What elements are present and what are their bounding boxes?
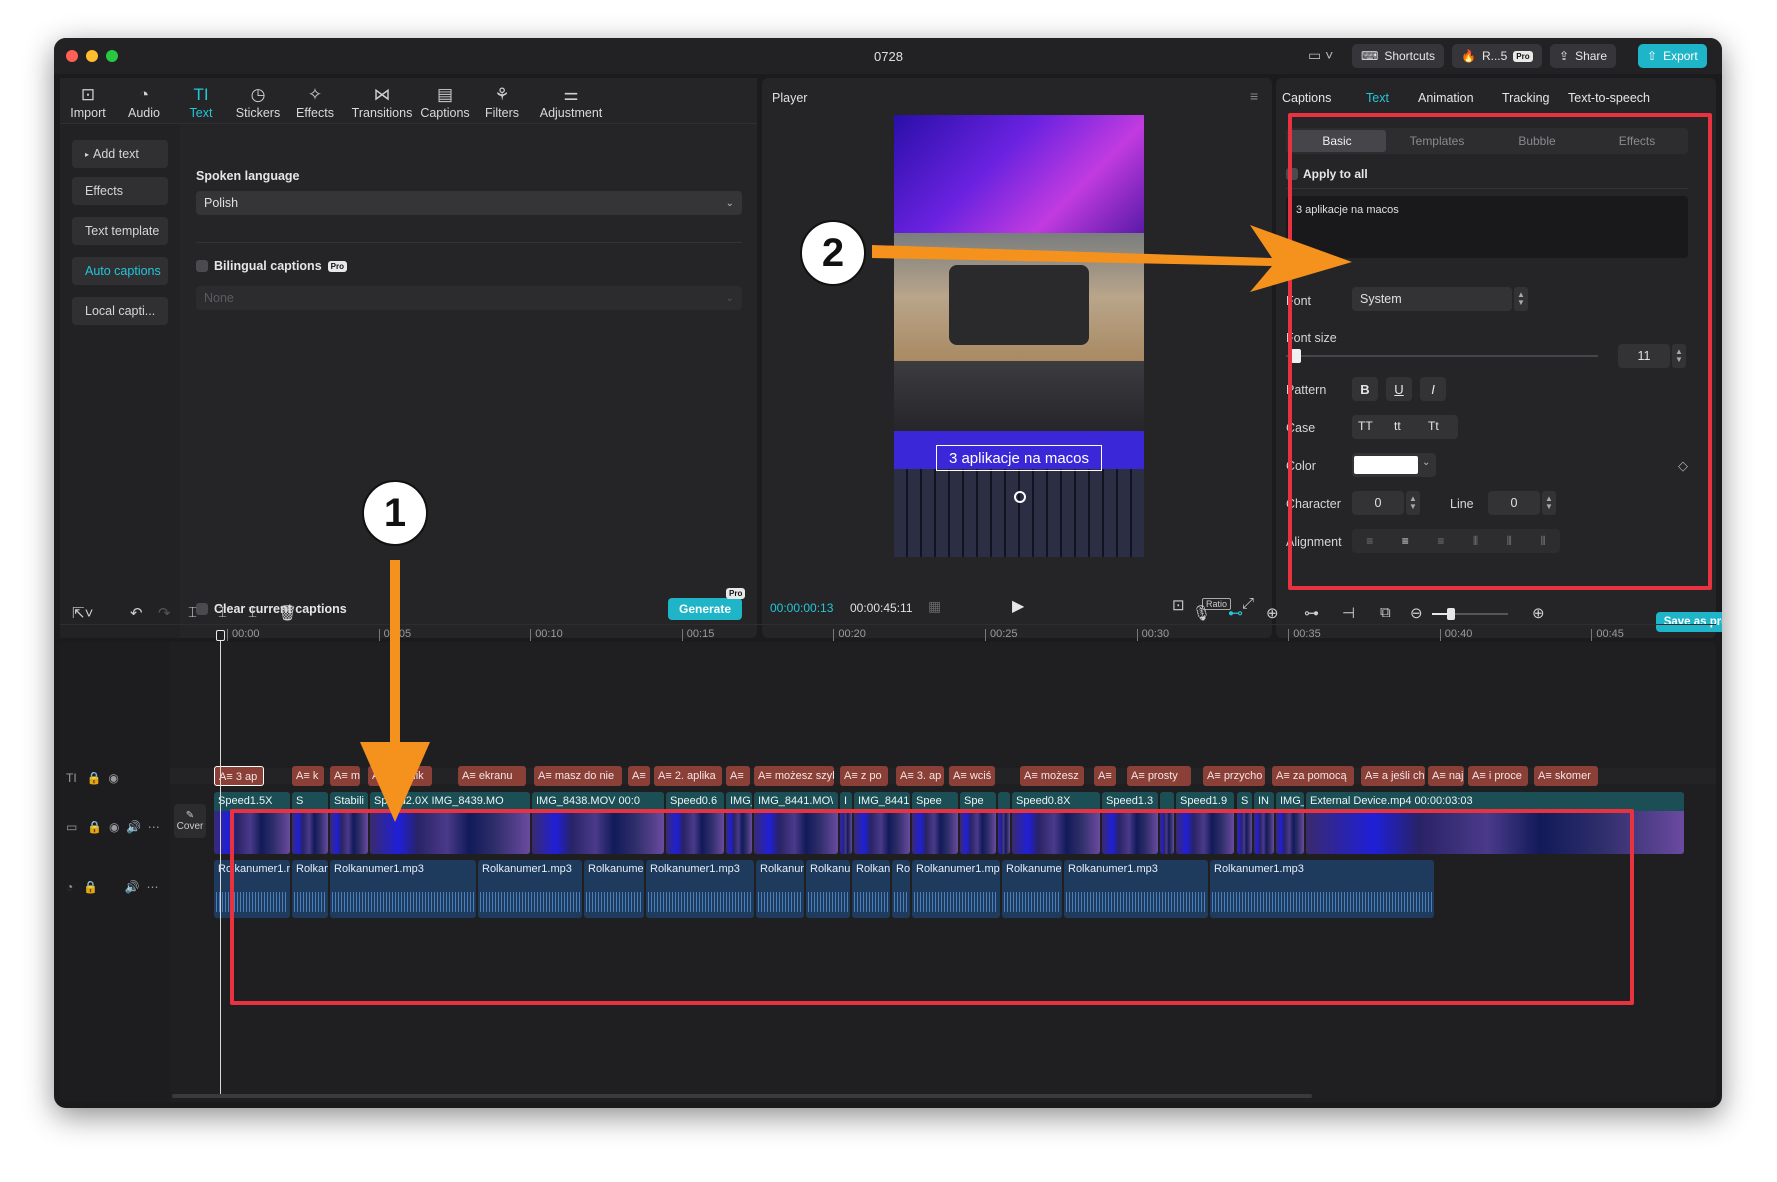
arrow-1 <box>360 560 430 822</box>
arrow-2 <box>872 225 1352 292</box>
annotation-marker-1: 1 <box>362 480 428 546</box>
annotation-marker-2: 2 <box>800 220 866 286</box>
annotation-arrows <box>360 225 1352 822</box>
